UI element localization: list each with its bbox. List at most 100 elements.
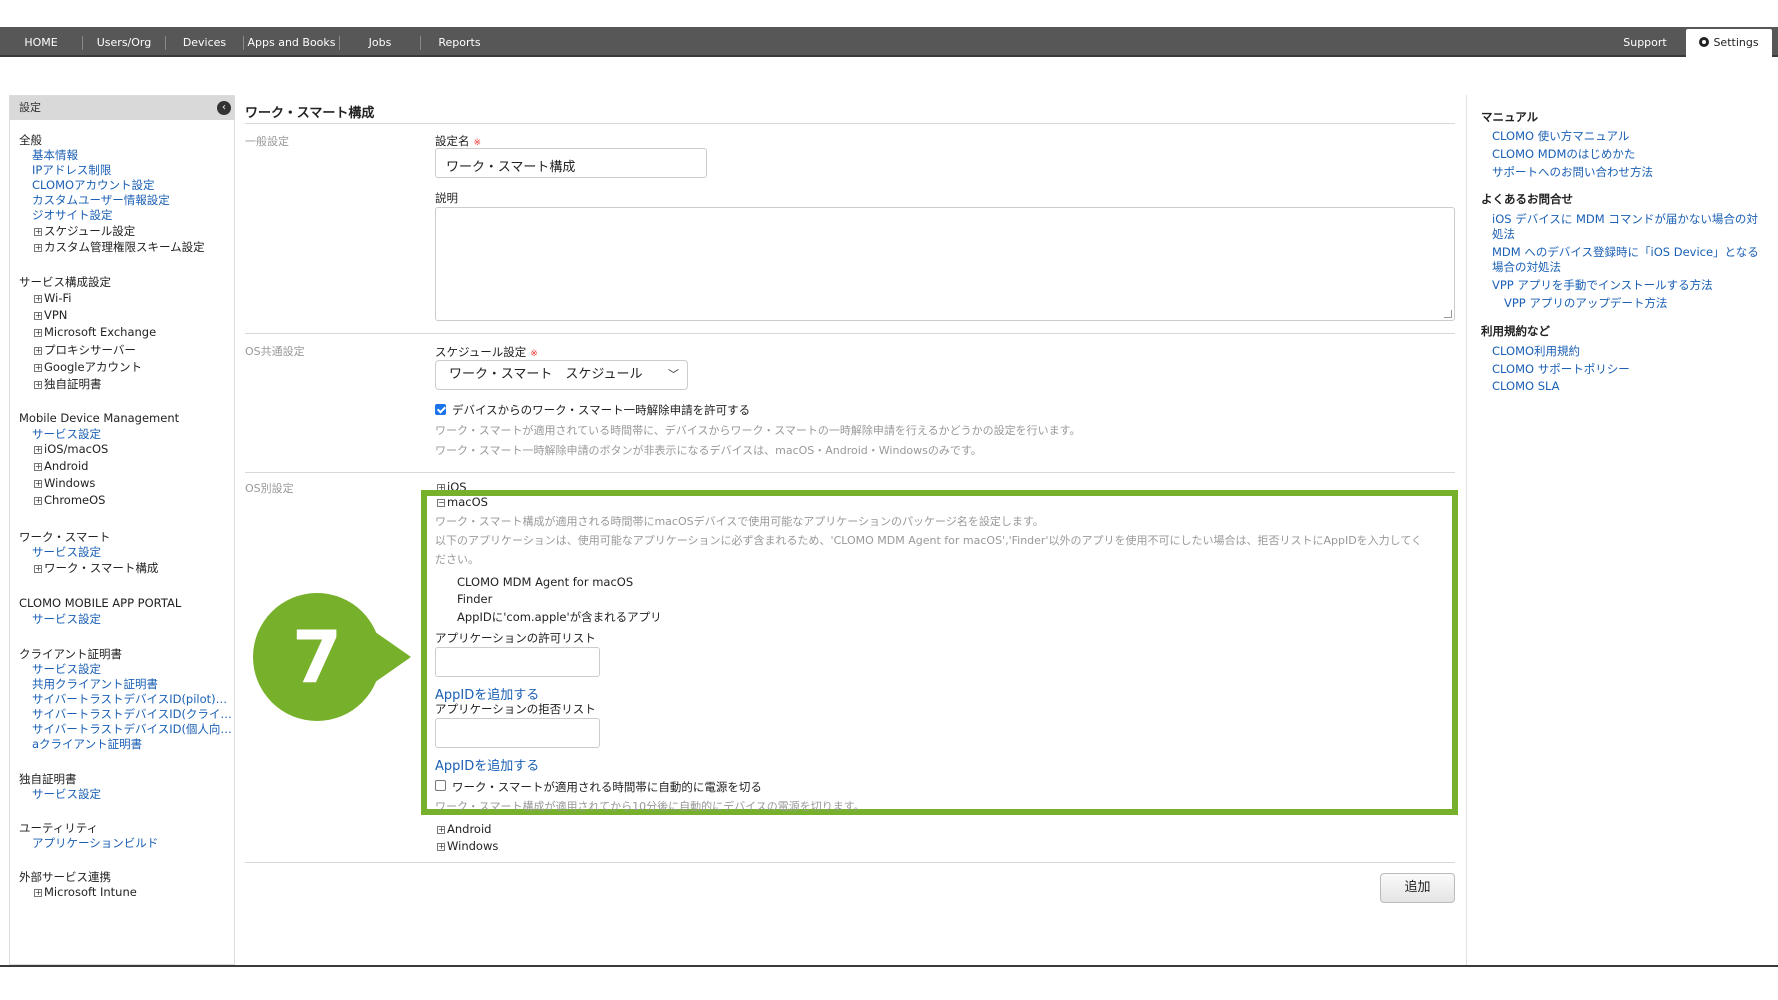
help-link[interactable]: CLOMO 使い方マニュアル: [1492, 128, 1629, 144]
tree-android[interactable]: + Android: [437, 822, 491, 836]
sidebar-tree-label: iOS/macOS: [44, 442, 109, 456]
help-link[interactable]: VPP アプリを手動でインストールする方法: [1492, 277, 1713, 293]
app-item: AppIDに'com.apple'が含まれるアプリ: [457, 610, 662, 624]
nav-reports[interactable]: Reports: [421, 27, 498, 57]
sidebar-tree-vpn[interactable]: + VPN: [34, 308, 67, 322]
sidebar-tree-wifi[interactable]: + Wi-Fi: [34, 291, 71, 305]
help-link[interactable]: MDM へのデバイス登録時に「iOS Device」となる: [1492, 244, 1759, 260]
nav-settings-label: Settings: [1713, 36, 1759, 49]
deny-list-input[interactable]: [435, 718, 600, 748]
sidebar-link-cert-service[interactable]: サービス設定: [32, 661, 101, 677]
sidebar-link-mdm-service[interactable]: サービス設定: [32, 426, 101, 442]
nav-devices[interactable]: Devices: [166, 27, 243, 57]
sidebar-section-own-cert: 独自証明書: [19, 772, 77, 786]
settings-sidebar: 設定 ‹ 全般 基本情報 IPアドレス制限 CLOMOアカウント設定 カスタムユ…: [9, 95, 235, 965]
expand-icon: +: [34, 363, 42, 372]
expand-icon: +: [34, 294, 42, 303]
sidebar-link-ip-restriction[interactable]: IPアドレス制限: [32, 162, 111, 178]
sidebar-link-cybertrust-personal[interactable]: サイバートラストデバイスID(個人向…: [32, 721, 232, 737]
help-heading-faq: よくあるお問合せ: [1481, 192, 1573, 206]
sidebar-tree-exchange[interactable]: + Microsoft Exchange: [34, 325, 156, 339]
tree-android-label: Android: [447, 822, 492, 836]
tree-macos-label: macOS: [447, 495, 488, 509]
section-label-os-specific: OS別設定: [245, 482, 294, 495]
sidebar-tree-label: スケジュール設定: [44, 224, 136, 238]
sidebar-link-app-build[interactable]: アプリケーションビルド: [32, 835, 158, 851]
expand-icon: +: [34, 328, 42, 337]
allow-release-checkbox[interactable]: [435, 404, 446, 415]
help-link[interactable]: 場合の対処法: [1492, 259, 1561, 275]
sidebar-tree-custom-perm[interactable]: + カスタム管理権限スキーム設定: [34, 239, 205, 255]
help-link[interactable]: CLOMO利用規約: [1492, 343, 1580, 359]
sidebar-tree-proxy[interactable]: + プロキシサーバー: [34, 342, 136, 358]
sidebar-tree-intune[interactable]: + Microsoft Intune: [34, 885, 137, 899]
section-label-general: 一般設定: [245, 135, 289, 148]
tree-windows[interactable]: + Windows: [437, 839, 498, 853]
sidebar-link-custom-user-info[interactable]: カスタムユーザー情報設定: [32, 192, 170, 208]
expand-icon: +: [34, 346, 42, 355]
sidebar-tree-ios-macos[interactable]: + iOS/macOS: [34, 442, 108, 456]
nav-support[interactable]: Support: [1610, 27, 1680, 57]
expand-icon: +: [34, 479, 42, 488]
expand-icon: +: [34, 227, 42, 236]
macos-desc: ワーク・スマート構成が適用される時間帯にmacOSデバイスで使用可能なアプリケー…: [435, 515, 1044, 528]
schedule-select[interactable]: ワーク・スマート スケジュール ﹀: [435, 360, 688, 390]
name-label-text: 設定名: [435, 134, 470, 148]
tree-macos[interactable]: − macOS: [437, 495, 488, 509]
help-link[interactable]: CLOMO サポートポリシー: [1492, 361, 1630, 377]
sidebar-link-worksmart-service[interactable]: サービス設定: [32, 544, 101, 560]
sidebar-tree-own-cert[interactable]: + 独自証明書: [34, 376, 102, 392]
name-field-label: 設定名 ※: [435, 133, 481, 149]
sidebar-section-service: サービス構成設定: [19, 275, 111, 289]
help-link[interactable]: CLOMO SLA: [1492, 379, 1560, 393]
sidebar-tree-google[interactable]: + Googleアカウント: [34, 359, 142, 375]
allow-list-label: アプリケーションの許可リスト: [435, 631, 596, 645]
sidebar-header: 設定 ‹: [10, 96, 234, 120]
sidebar-link-cybertrust-client[interactable]: サイバートラストデバイスID(クライ…: [32, 706, 232, 722]
sidebar-section-worksmart: ワーク・スマート: [19, 530, 111, 544]
help-link[interactable]: サポートへのお問い合わせ方法: [1492, 164, 1653, 180]
help-link[interactable]: VPP アプリのアップデート方法: [1504, 295, 1667, 311]
sidebar-link-account-settings[interactable]: CLOMOアカウント設定: [32, 177, 155, 193]
sidebar-tree-label: VPN: [44, 308, 68, 322]
sidebar-tree-label: ワーク・スマート構成: [44, 561, 159, 575]
add-appid-deny-link[interactable]: AppIDを追加する: [435, 755, 539, 774]
sidebar-link-basic-info[interactable]: 基本情報: [32, 147, 78, 163]
nav-settings[interactable]: Settings: [1686, 29, 1772, 57]
sidebar-link-cybertrust-pilot[interactable]: サイバートラストデバイスID(pilot)…: [32, 691, 227, 707]
sidebar-link-shared-cert[interactable]: 共用クライアント証明書: [32, 676, 158, 692]
sidebar-tree-windows[interactable]: + Windows: [34, 476, 95, 490]
schedule-label-text: スケジュール設定: [435, 345, 527, 359]
app-item: Finder: [457, 592, 493, 606]
name-input[interactable]: ワーク・スマート構成: [435, 148, 707, 178]
sidebar-link-owncert-service[interactable]: サービス設定: [32, 786, 101, 802]
sidebar-tree-chromeos[interactable]: + ChromeOS: [34, 493, 105, 507]
help-link[interactable]: iOS デバイスに MDM コマンドが届かない場合の対: [1492, 211, 1758, 227]
help-link[interactable]: CLOMO MDMのはじめかた: [1492, 146, 1635, 162]
nav-apps-and-books[interactable]: Apps and Books: [244, 27, 339, 57]
allow-list-input[interactable]: [435, 647, 600, 677]
help-link[interactable]: 処法: [1492, 226, 1515, 242]
collapse-icon[interactable]: ‹: [217, 101, 231, 115]
allow-release-desc: ワーク・スマートが適用されている時間帯に、デバイスからワーク・スマートの一時解除…: [435, 424, 1081, 437]
nav-jobs[interactable]: Jobs: [340, 27, 420, 57]
nav-users-org[interactable]: Users/Org: [83, 27, 165, 57]
sidebar-link-a-client-cert[interactable]: aクライアント証明書: [32, 736, 142, 752]
sidebar-tree-label: Googleアカウント: [44, 360, 143, 374]
sidebar-tree-android[interactable]: + Android: [34, 459, 88, 473]
chevron-down-icon: ﹀: [668, 368, 679, 381]
sidebar-link-portal-service[interactable]: サービス設定: [32, 611, 101, 627]
required-mark: ※: [473, 138, 482, 148]
sidebar-link-geosite[interactable]: ジオサイト設定: [32, 207, 113, 223]
description-textarea[interactable]: [435, 207, 1455, 321]
sidebar-tree-label: プロキシサーバー: [44, 343, 136, 357]
expand-icon: +: [34, 564, 42, 573]
expand-icon: +: [437, 842, 445, 851]
power-off-checkbox[interactable]: [435, 780, 446, 791]
schedule-select-value: ワーク・スマート スケジュール: [449, 367, 643, 382]
add-button[interactable]: 追加: [1380, 873, 1455, 903]
sidebar-tree-worksmart-config[interactable]: + ワーク・スマート構成: [34, 560, 158, 576]
sidebar-tree-schedule[interactable]: + スケジュール設定: [34, 223, 135, 239]
nav-home[interactable]: HOME: [0, 27, 82, 57]
expand-icon: +: [34, 311, 42, 320]
